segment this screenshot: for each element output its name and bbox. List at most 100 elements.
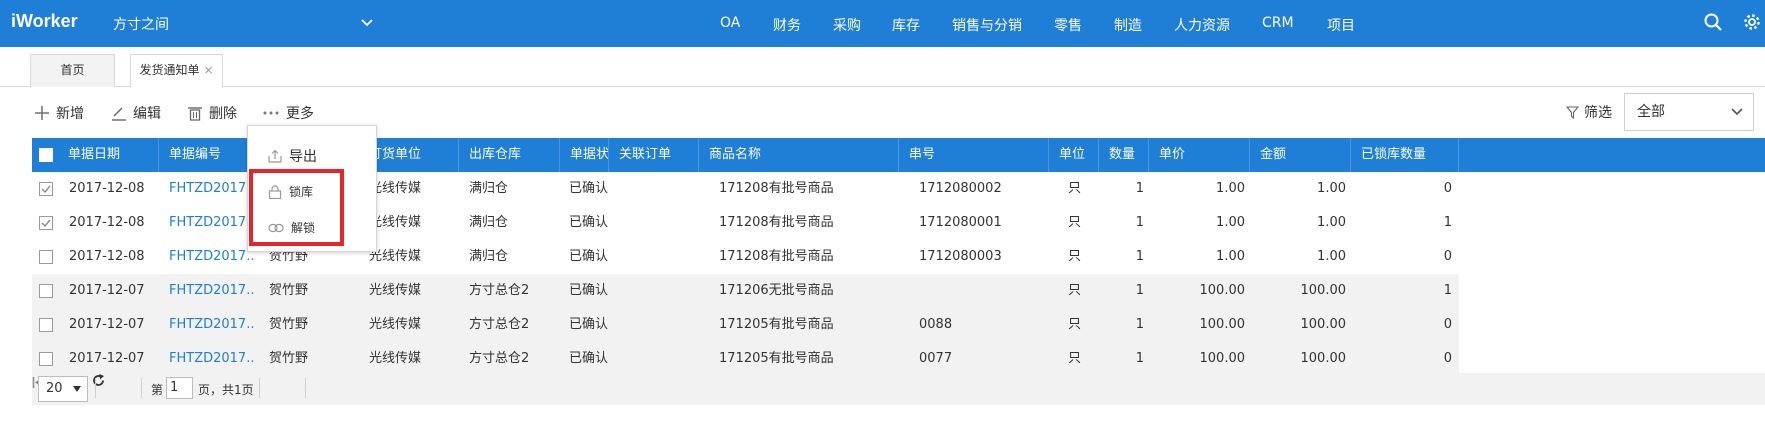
cell-serial: 1712080001 [919, 215, 1002, 230]
cell-qty: 1 [1135, 215, 1144, 230]
cell-qty: 1 [1135, 283, 1144, 298]
col-status[interactable]: 单据状态 [560, 138, 609, 172]
app-logo[interactable]: iWorker [11, 11, 78, 32]
nav-inventory[interactable]: 库存 [892, 15, 920, 35]
col-amount[interactable]: 金额 [1250, 138, 1351, 172]
col-price[interactable]: 单价 [1149, 138, 1250, 172]
cell-warehouse: 满归仓 [469, 215, 509, 230]
cell-product-name: 171205有批号商品 [719, 351, 834, 366]
col-qty[interactable]: 数量 [1099, 138, 1149, 172]
col-date[interactable]: 单据日期 [58, 138, 159, 172]
edit-button[interactable]: 编辑 [111, 102, 161, 124]
col-related-order[interactable]: 关联订单 [609, 138, 699, 172]
nav-retail[interactable]: 零售 [1054, 15, 1082, 35]
nav-oa[interactable]: OA [720, 15, 740, 31]
cell-uom: 只 [1068, 317, 1082, 332]
cell-code-link[interactable]: FHTZD2017... [169, 342, 254, 376]
cell-order-unit: 光线传媒 [369, 351, 422, 366]
more-button-label: 更多 [286, 106, 314, 122]
nav-sales-distribution[interactable]: 销售与分销 [952, 15, 1022, 35]
delete-button-label: 删除 [209, 106, 237, 122]
cell-code-link[interactable]: FHTZD2017... [169, 240, 254, 274]
menu-export[interactable]: 导出 [268, 146, 317, 166]
cell-amount: 100.00 [1300, 283, 1347, 298]
row-checkbox[interactable] [39, 216, 53, 230]
tab-strip: 首页 发货通知单 × [0, 47, 1765, 88]
cell-serial [919, 274, 1049, 308]
cell-related-order [619, 274, 699, 308]
cell-product-name: 171208有批号商品 [719, 181, 834, 196]
cell-product-name: 171208有批号商品 [719, 215, 834, 230]
trash-icon [188, 107, 202, 121]
cell-date: 2017-12-08 [69, 249, 145, 264]
nav-project[interactable]: 项目 [1327, 15, 1355, 35]
col-uom[interactable]: 单位 [1049, 138, 1099, 172]
cell-person: 贺竹野 [269, 317, 309, 332]
cell-code-link[interactable]: FHTZD2017... [169, 206, 254, 240]
filter-select[interactable]: 全部 [1624, 93, 1754, 131]
cell-code-link[interactable]: FHTZD2017... [169, 308, 254, 342]
company-name[interactable]: 方寸之间 [113, 14, 169, 34]
export-icon [268, 149, 282, 163]
add-button[interactable]: 新增 [34, 102, 84, 124]
pager-divider [95, 378, 96, 398]
row-checkbox[interactable] [39, 318, 53, 332]
row-checkbox[interactable] [39, 352, 53, 366]
cell-qty: 1 [1135, 317, 1144, 332]
refresh-icon[interactable] [91, 373, 106, 388]
row-checkbox[interactable] [39, 284, 53, 298]
cell-date: 2017-12-07 [69, 351, 145, 366]
menu-export-label: 导出 [289, 149, 317, 165]
cell-price: 1.00 [1216, 249, 1245, 264]
cell-date: 2017-12-08 [69, 215, 145, 230]
page-size-value: 20 [46, 381, 63, 396]
cell-price: 1.00 [1216, 181, 1245, 196]
nav-manufacturing[interactable]: 制造 [1114, 15, 1142, 35]
table-row[interactable]: 2017-12-07 FHTZD2017... 贺竹野 光线传媒 方寸总仓2 已… [32, 308, 1459, 342]
highlight-box [249, 169, 344, 246]
cell-order-unit: 光线传媒 [369, 317, 422, 332]
chevron-down-icon[interactable] [358, 14, 376, 32]
tab-close-icon[interactable]: × [203, 63, 213, 77]
nav-finance[interactable]: 财务 [773, 15, 801, 35]
cell-status: 已确认 [569, 249, 609, 264]
tab-delivery-notice-label: 发货通知单 [139, 63, 200, 77]
cell-related-order [619, 206, 699, 240]
search-icon[interactable] [1703, 12, 1723, 32]
cell-status: 已确认 [569, 351, 609, 366]
col-code[interactable]: 单据编号 [159, 138, 259, 172]
col-product-name[interactable]: 商品名称 [699, 138, 899, 172]
pencil-icon [112, 107, 126, 121]
cell-locked-qty: 0 [1443, 351, 1452, 366]
cell-warehouse: 方寸总仓2 [469, 317, 530, 332]
select-all-checkbox[interactable] [39, 148, 53, 162]
table-row[interactable]: 2017-12-07 FHTZD2017... 贺竹野 光线传媒 方寸总仓2 已… [32, 274, 1459, 308]
row-checkbox[interactable] [39, 250, 53, 264]
col-warehouse[interactable]: 出库仓库 [459, 138, 560, 172]
col-serial[interactable]: 串号 [899, 138, 1049, 172]
table-row[interactable]: 2017-12-07 FHTZD2017... 贺竹野 光线传媒 方寸总仓2 已… [32, 342, 1459, 376]
delete-button[interactable]: 删除 [187, 102, 237, 124]
nav-hr[interactable]: 人力资源 [1174, 15, 1230, 35]
nav-crm[interactable]: CRM [1262, 15, 1294, 31]
filter-button[interactable]: 筛选 [1566, 102, 1612, 122]
pager-divider [259, 378, 260, 398]
cell-product-name: 171205有批号商品 [719, 317, 834, 332]
tab-delivery-notice[interactable]: 发货通知单 × [130, 54, 223, 88]
cell-code-link[interactable]: FHTZD2017... [169, 274, 254, 308]
col-locked-qty[interactable]: 已锁库数量 [1351, 138, 1459, 172]
cell-locked-qty: 1 [1443, 215, 1452, 230]
row-checkbox[interactable] [39, 182, 53, 196]
gear-icon[interactable] [1742, 12, 1762, 32]
more-button[interactable]: 更多 [262, 102, 314, 124]
tab-home[interactable]: 首页 [30, 54, 115, 87]
page-number-input[interactable]: 1 [166, 377, 193, 399]
cell-related-order [619, 308, 699, 342]
nav-purchase[interactable]: 采购 [833, 15, 861, 35]
edit-button-label: 编辑 [133, 106, 161, 122]
cell-code-link[interactable]: FHTZD2017... [169, 172, 254, 206]
checkmark-icon [41, 185, 51, 194]
pager-divider [305, 378, 306, 398]
cell-warehouse: 满归仓 [469, 181, 509, 196]
page-size-select[interactable]: 20 [38, 376, 88, 402]
